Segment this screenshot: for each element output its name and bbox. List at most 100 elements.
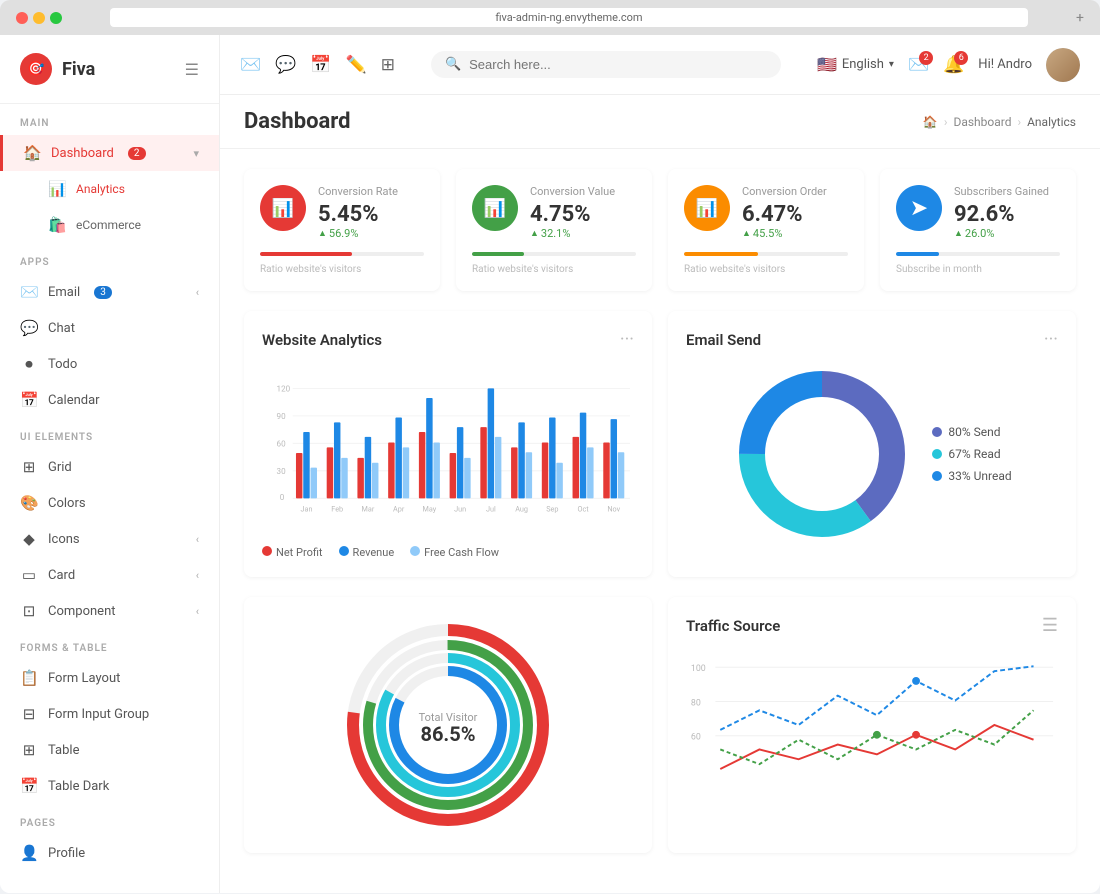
maximize-dot[interactable] (50, 12, 62, 24)
stat-change: 26.0% (954, 227, 1060, 240)
email-badge: 3 (94, 286, 112, 299)
sidebar-item-form-layout[interactable]: 📋 Form Layout (0, 660, 219, 696)
chart-header: Website Analytics ··· (262, 329, 634, 350)
language-selector[interactable]: 🇺🇸 English ▾ (817, 55, 894, 74)
svg-text:Jun: Jun (454, 504, 466, 513)
stat-cards: 📊 Conversion Rate 5.45% 56.9% Ratio webs… (244, 169, 1076, 291)
chevron-left-icon: ‹ (196, 533, 199, 546)
sidebar-item-label: Email (48, 285, 80, 300)
stat-sub: Ratio website's visitors (260, 264, 424, 275)
bottom-row: Total Visitor 86.5% Traffic Source ☰ 100 (244, 597, 1076, 853)
sidebar-item-label: Component (48, 604, 116, 619)
conversion-rate-info: Conversion Rate 5.45% 56.9% (318, 185, 424, 240)
edit-icon[interactable]: ✏️ (346, 55, 367, 75)
calendar-header-icon[interactable]: 📅 (310, 55, 331, 75)
calendar-icon: 📅 (20, 391, 38, 409)
breadcrumb-analytics: Analytics (1027, 115, 1076, 129)
colors-icon: 🎨 (20, 494, 38, 512)
traffic-menu-button[interactable]: ☰ (1042, 615, 1058, 636)
sidebar-item-ecommerce[interactable]: 🛍️ eCommerce (0, 207, 219, 243)
ecommerce-icon: 🛍️ (48, 216, 66, 234)
conversion-order-info: Conversion Order 6.47% 45.5% (742, 185, 848, 240)
home-breadcrumb-icon[interactable]: 🏠 (923, 115, 938, 129)
chart-menu-button[interactable]: ··· (1044, 329, 1058, 350)
chart-menu-button[interactable]: ··· (620, 329, 634, 350)
stat-label: Subscribers Gained (954, 185, 1060, 198)
legend-send: 80% Send (932, 425, 1011, 439)
sidebar-item-card[interactable]: ▭ Card ‹ (0, 557, 219, 593)
avatar[interactable] (1046, 48, 1080, 82)
sidebar-item-label: Grid (48, 460, 72, 475)
svg-text:0: 0 (280, 493, 285, 502)
analytics-icon: 📊 (48, 180, 66, 198)
sidebar-item-label: Calendar (48, 393, 100, 408)
new-tab-button[interactable]: + (1076, 10, 1084, 26)
sidebar-item-label: Form Layout (48, 671, 120, 686)
section-main: MAIN (0, 104, 219, 135)
sidebar-item-table[interactable]: ⊞ Table (0, 732, 219, 768)
table-icon: ⊞ (20, 741, 38, 759)
stat-progress-bar (896, 252, 1060, 256)
chart-header: Email Send ··· (686, 329, 1058, 350)
apps-icon[interactable]: ⊞ (381, 55, 395, 75)
sidebar-logo: 🎯 Fiva ☰ (0, 35, 219, 104)
radial-chart-svg: Total Visitor 86.5% (338, 615, 558, 835)
sidebar-item-table-dark[interactable]: 📅 Table Dark (0, 768, 219, 804)
message-icon[interactable]: 💬 (275, 55, 296, 75)
chart-title: Website Analytics (262, 331, 382, 349)
charts-row: Website Analytics ··· 120 90 60 30 0 (244, 311, 1076, 577)
header-right: 🇺🇸 English ▾ ✉️ 2 🔔 6 Hi! Andro (817, 48, 1080, 82)
chart-legend: Net Profit Revenue Free Cash Flow (262, 546, 634, 559)
sidebar-item-label: Todo (48, 357, 77, 372)
sidebar-item-label: Card (48, 568, 75, 583)
svg-text:Aug: Aug (515, 504, 528, 513)
sidebar-item-colors[interactable]: 🎨 Colors (0, 485, 219, 521)
sidebar-item-email[interactable]: ✉️ Email 3 ‹ (0, 274, 219, 310)
search-input[interactable] (469, 57, 767, 72)
close-dot[interactable] (16, 12, 28, 24)
todo-icon: ⏺ (20, 355, 38, 373)
svg-text:100: 100 (691, 664, 706, 674)
sidebar-item-chat[interactable]: 💬 Chat (0, 310, 219, 346)
sidebar-item-analytics[interactable]: 📊 Analytics (0, 171, 219, 207)
breadcrumb-dashboard: Dashboard (953, 115, 1011, 129)
email-send-card: Email Send ··· (668, 311, 1076, 577)
donut-chart-wrap: 80% Send 67% Read 33% Unread (686, 364, 1058, 544)
traffic-header: Traffic Source ☰ (686, 615, 1058, 636)
sidebar-item-label: Colors (48, 496, 86, 511)
sidebar-item-dashboard[interactable]: 🏠 Dashboard 2 ▾ (0, 135, 219, 171)
bell-notification[interactable]: 🔔 6 (943, 55, 964, 75)
sidebar-item-form-input[interactable]: ⊟ Form Input Group (0, 696, 219, 732)
hamburger-menu[interactable]: ☰ (185, 60, 199, 79)
sidebar-item-grid[interactable]: ⊞ Grid (0, 449, 219, 485)
url-bar[interactable]: fiva-admin-ng.envytheme.com (110, 8, 1028, 27)
svg-text:86.5%: 86.5% (420, 722, 475, 746)
sidebar-item-calendar[interactable]: 📅 Calendar (0, 382, 219, 418)
section-forms-table: FORMS & TABLE (0, 629, 219, 660)
total-visitor-card: Total Visitor 86.5% (244, 597, 652, 853)
stat-change: 56.9% (318, 227, 424, 240)
sidebar-item-label: Table Dark (48, 779, 109, 794)
page-title: Dashboard (244, 109, 351, 134)
legend-free-cash: Free Cash Flow (410, 546, 499, 559)
chevron-down-icon: ▾ (889, 59, 894, 70)
stat-card-subscribers: ➤ Subscribers Gained 92.6% 26.0% Subscri… (880, 169, 1076, 291)
sidebar-item-profile[interactable]: 👤 Profile (0, 835, 219, 871)
profile-icon: 👤 (20, 844, 38, 862)
mail-badge: 2 (919, 51, 933, 65)
stat-progress-fill (684, 252, 758, 256)
sidebar: 🎯 Fiva ☰ MAIN 🏠 Dashboard 2 ▾ 📊 Analytic… (0, 35, 220, 893)
conversion-rate-icon: 📊 (260, 185, 306, 231)
stat-sub: Subscribe in month (896, 264, 1060, 275)
mail-notification[interactable]: ✉️ 2 (908, 55, 929, 75)
sidebar-item-icons[interactable]: ◆ Icons ‹ (0, 521, 219, 557)
form-layout-icon: 📋 (20, 669, 38, 687)
stat-sub: Ratio website's visitors (472, 264, 636, 275)
sidebar-item-label: Chat (48, 321, 75, 336)
sidebar-item-todo[interactable]: ⏺ Todo (0, 346, 219, 382)
search-box[interactable]: 🔍 (431, 51, 781, 78)
sidebar-item-component[interactable]: ⊡ Component ‹ (0, 593, 219, 629)
grid-icon: ⊞ (20, 458, 38, 476)
minimize-dot[interactable] (33, 12, 45, 24)
mail-icon[interactable]: ✉️ (240, 55, 261, 75)
